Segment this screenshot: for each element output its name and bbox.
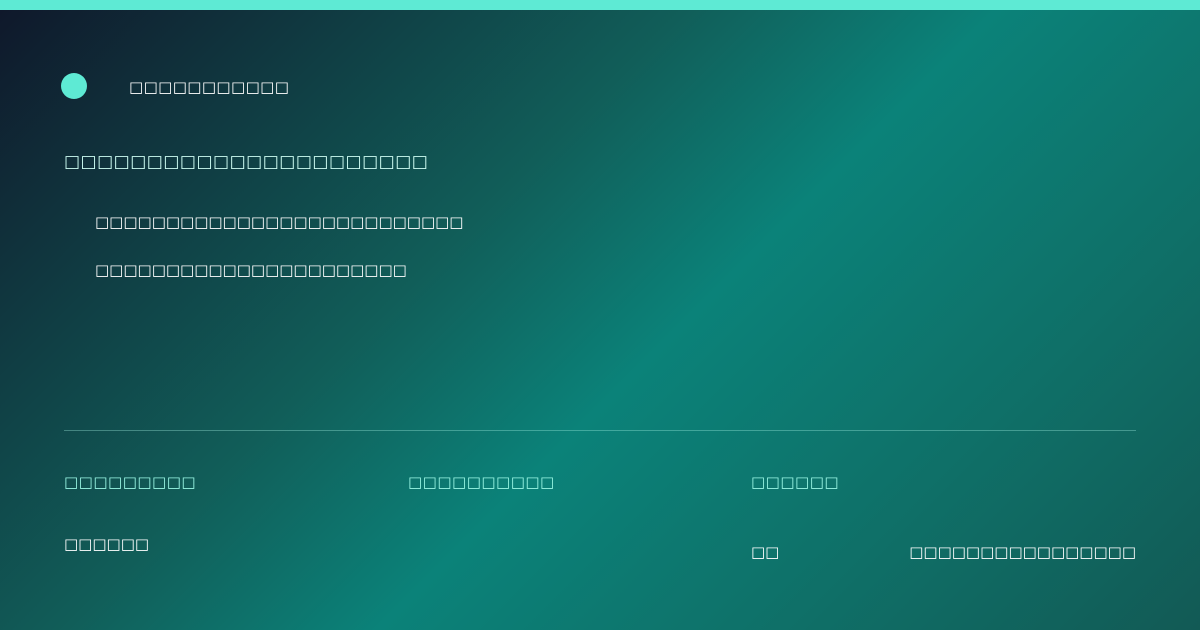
hero-text-line-1: □□□□□□□□□□□□□□□□□□□□□□□□□□ [95, 213, 464, 231]
footer-column-3-value: □□ [751, 543, 780, 561]
footer-column-4-value: □□□□□□□□□□□□□□□□ [909, 543, 1136, 561]
section-divider [64, 430, 1136, 431]
footer-column-2-label: □□□□□□□□□□ [408, 473, 555, 491]
hero-headline: □□□□□□□□□□□□□□□□□□□□□□ [64, 152, 429, 172]
footer-column-1-value: □□□□□□ [64, 535, 150, 553]
top-accent-bar [0, 0, 1200, 10]
footer-column-3-label: □□□□□□ [751, 473, 840, 491]
hero-text-line-2: □□□□□□□□□□□□□□□□□□□□□□ [95, 261, 407, 279]
brand-name: □□□□□□□□□□□ [129, 78, 290, 96]
footer-column-1-label: □□□□□□□□□ [64, 473, 197, 491]
circle-logo-icon [61, 73, 87, 99]
